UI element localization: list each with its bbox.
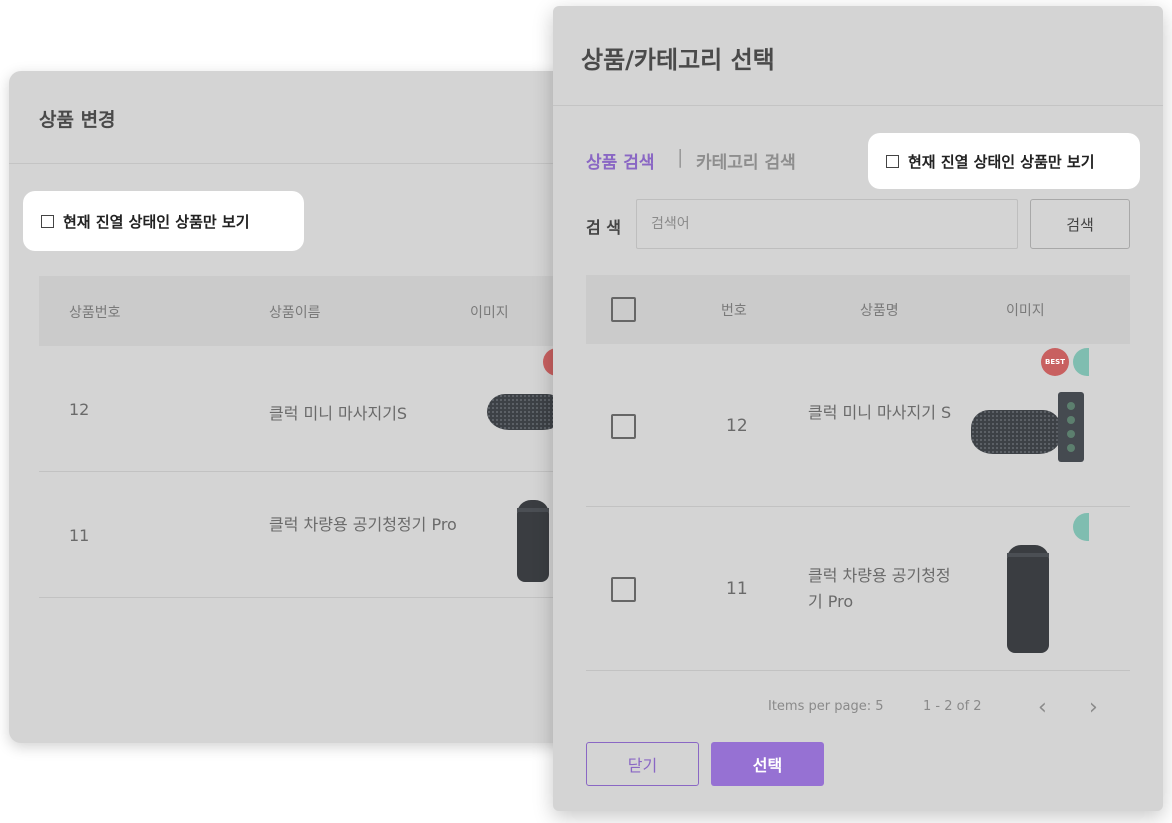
air-purifier-image [1007, 545, 1049, 653]
column-header-number: 번호 [721, 303, 747, 319]
checkbox-icon[interactable] [41, 214, 54, 228]
product-number: 12 [726, 416, 748, 436]
product-name: 클럭 미니 마사지기S [269, 404, 408, 423]
air-purifier-image [517, 500, 549, 582]
table-row[interactable]: 11 클럭 차량용 공기청정기 Pro [39, 472, 609, 598]
badge-icon [1073, 348, 1089, 376]
display-only-filter[interactable]: 현재 진열 상태인 상품만 보기 [868, 133, 1140, 189]
product-change-dialog: 상품 변경 현재 진열 상태인 상품만 보기 상품번호 상품이름 이미지 12 … [9, 71, 609, 743]
massager-image [971, 410, 1061, 454]
divider [553, 105, 1163, 106]
filter-label: 현재 진열 상태인 상품만 보기 [908, 152, 1095, 171]
select-button[interactable]: 선택 [711, 742, 824, 786]
tab-product-search[interactable]: 상품 검색 [586, 148, 654, 173]
table-row[interactable]: 12 클럭 미니 마사지기 S BEST [586, 344, 1130, 507]
table-row[interactable]: 11 클럭 차량용 공기청정기 Pro [586, 507, 1130, 671]
close-button[interactable]: 닫기 [586, 742, 699, 786]
tab-category-search[interactable]: 카테고리 검색 [696, 148, 796, 173]
search-label: 검 색 [586, 218, 622, 237]
row-checkbox[interactable] [611, 577, 636, 602]
product-name: 클럭 차량용 공기청정기 Pro [269, 515, 457, 534]
row-checkbox[interactable] [611, 414, 636, 439]
search-input[interactable] [636, 199, 1018, 249]
product-number: 11 [69, 526, 90, 545]
items-per-page: Items per page: 5 [768, 699, 884, 714]
dialog-title: 상품/카테고리 선택 [581, 46, 775, 74]
table-header: 번호 상품명 이미지 [586, 275, 1130, 344]
select-all-checkbox[interactable] [611, 297, 636, 322]
product-number: 11 [726, 579, 748, 599]
badge-icon [1073, 513, 1089, 541]
prev-page-icon[interactable]: ‹ [1038, 695, 1047, 720]
filter-label: 현재 진열 상태인 상품만 보기 [63, 212, 250, 231]
next-page-icon[interactable]: › [1089, 695, 1098, 720]
product-category-select-dialog: 상품/카테고리 선택 상품 검색 | 카테고리 검색 현재 진열 상태인 상품만… [553, 6, 1163, 811]
display-only-filter[interactable]: 현재 진열 상태인 상품만 보기 [23, 191, 304, 251]
table-row[interactable]: 12 클럭 미니 마사지기S [39, 346, 609, 472]
product-name: 클럭 미니 마사지기 S [808, 403, 952, 422]
dialog-title: 상품 변경 [39, 109, 116, 131]
best-badge-icon: BEST [1041, 348, 1069, 376]
divider [9, 163, 609, 164]
table-header: 상품번호 상품이름 이미지 [39, 276, 609, 346]
page-range: 1 - 2 of 2 [923, 699, 982, 714]
checkbox-icon[interactable] [886, 154, 899, 168]
search-button[interactable]: 검색 [1030, 199, 1130, 249]
column-header-image: 이미지 [470, 305, 509, 321]
product-number: 12 [69, 400, 90, 419]
column-header-product-name: 상품명 [860, 303, 899, 319]
tab-separator: | [677, 146, 684, 168]
product-name: 클럭 차량용 공기청정기 Pro [808, 566, 951, 611]
remote-image [1058, 392, 1084, 462]
column-header-image: 이미지 [1006, 303, 1045, 319]
column-header-product-number: 상품번호 [69, 305, 121, 321]
column-header-product-name: 상품이름 [269, 305, 321, 321]
